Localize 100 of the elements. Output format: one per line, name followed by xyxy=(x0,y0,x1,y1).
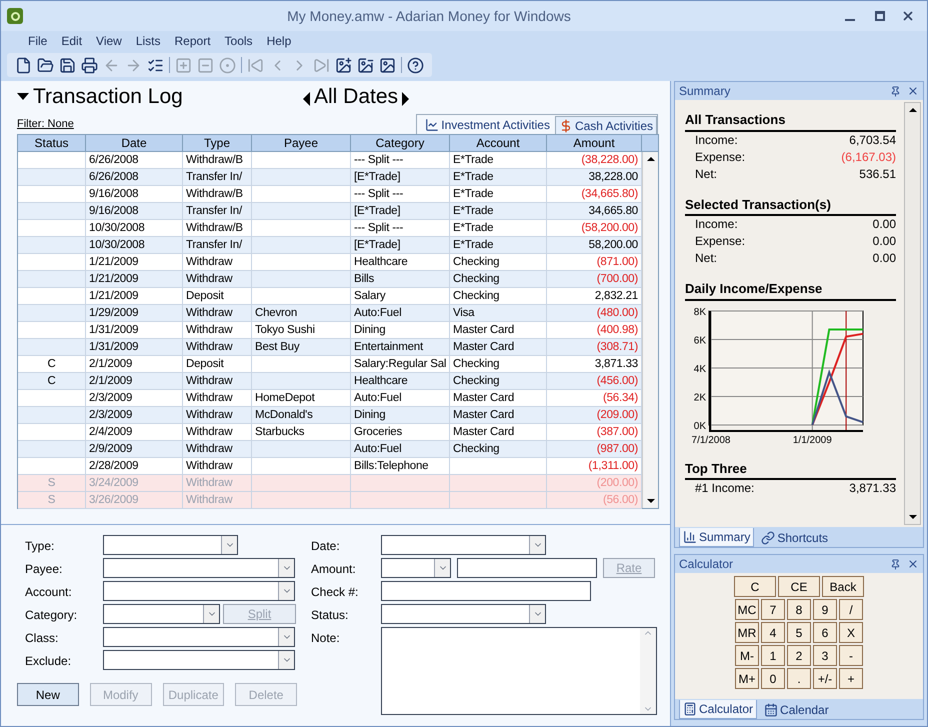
calculator-key[interactable]: C xyxy=(734,576,776,597)
dropdown-field[interactable] xyxy=(103,650,295,670)
menu-item[interactable]: View xyxy=(89,32,129,50)
open-folder-icon[interactable] xyxy=(37,56,54,74)
table-cell: E*Trade xyxy=(450,220,547,236)
collapse-triangle-icon[interactable] xyxy=(17,93,29,100)
table-cell: Dining xyxy=(351,407,450,423)
table-cell: E*Trade xyxy=(450,237,547,253)
calculator-key[interactable]: / xyxy=(839,599,863,620)
table-cell: Checking xyxy=(450,254,547,270)
calculator-key[interactable]: 4 xyxy=(761,622,785,643)
table-cell: McDonald's xyxy=(252,407,351,423)
calculator-key[interactable]: +/- xyxy=(813,668,837,689)
summary-value: 3,871.33 xyxy=(849,480,896,496)
column-header[interactable]: Account xyxy=(450,135,547,151)
app-logo-icon xyxy=(7,8,23,24)
menu-item[interactable]: Lists xyxy=(128,32,168,50)
dropdown-field[interactable] xyxy=(103,558,295,578)
scrollbar[interactable] xyxy=(642,152,658,508)
column-header[interactable]: Type xyxy=(183,135,252,151)
panel-title: Calculator xyxy=(679,556,734,573)
table-cell: Master Card xyxy=(450,322,547,338)
panel-tab[interactable]: Shortcuts xyxy=(758,528,832,547)
table-cell: 2/9/2009 xyxy=(86,441,183,457)
calculator-key[interactable]: + xyxy=(839,668,863,689)
text-field[interactable] xyxy=(381,581,591,601)
table-cell: Withdraw xyxy=(183,254,252,270)
panel-tab[interactable]: Summary xyxy=(679,528,754,547)
help-icon[interactable] xyxy=(407,56,424,74)
column-header[interactable]: Payee xyxy=(252,135,351,151)
calculator-key[interactable]: X xyxy=(839,622,863,643)
menu-item[interactable]: File xyxy=(21,32,54,50)
panel-tab[interactable]: Calendar xyxy=(761,700,832,719)
table-cell: 6/26/2008 xyxy=(86,169,183,185)
calculator-key[interactable]: 3 xyxy=(813,645,837,666)
window-title: My Money.amw - Adarian Money for Windows xyxy=(286,6,572,26)
table-cell: Deposit xyxy=(183,288,252,304)
summary-value: (6,167.03) xyxy=(841,148,896,166)
note-field[interactable] xyxy=(381,627,657,715)
close-icon[interactable] xyxy=(901,9,915,23)
menu-item[interactable]: Edit xyxy=(54,32,90,50)
calculator-key[interactable]: . xyxy=(787,668,811,689)
maximize-icon[interactable] xyxy=(875,11,885,21)
pin-icon[interactable] xyxy=(890,86,901,96)
currency-dropdown[interactable] xyxy=(381,558,451,578)
menu-item[interactable]: Tools xyxy=(218,32,260,50)
column-header[interactable]: Category xyxy=(351,135,450,151)
calculator-key[interactable]: Back xyxy=(822,576,864,597)
pin-icon[interactable] xyxy=(890,558,901,570)
calculator-key[interactable]: 5 xyxy=(787,622,811,643)
action-button[interactable]: New xyxy=(17,683,79,706)
dropdown-field[interactable] xyxy=(103,581,295,601)
calculator-key[interactable]: M+ xyxy=(735,668,759,689)
column-header[interactable]: Status xyxy=(18,135,86,151)
calculator-key[interactable]: 6 xyxy=(813,622,837,643)
table-cell: 2/3/2009 xyxy=(86,407,183,423)
calculator-key[interactable]: M- xyxy=(735,645,759,666)
table-cell: Checking xyxy=(450,288,547,304)
calculator-key[interactable]: MR xyxy=(735,622,759,643)
amount-field[interactable] xyxy=(457,558,597,578)
close-icon[interactable] xyxy=(907,85,919,97)
field-label: Status: xyxy=(311,607,350,624)
calculator-key[interactable]: CE xyxy=(778,576,820,597)
dropdown-field[interactable] xyxy=(381,604,546,624)
previous-range-icon[interactable] xyxy=(303,92,310,106)
next-range-icon[interactable] xyxy=(402,92,410,106)
remove-image-icon[interactable] xyxy=(357,56,374,74)
section-heading: Daily Income/Expense xyxy=(685,279,896,300)
type-dropdown[interactable] xyxy=(103,535,238,555)
calculator-key[interactable]: 7 xyxy=(761,599,785,620)
new-file-icon[interactable] xyxy=(15,56,32,74)
calculator-key[interactable]: 1 xyxy=(761,645,785,666)
calculator-icon xyxy=(683,702,697,716)
scrollbar[interactable] xyxy=(904,102,921,525)
table-cell: Dining xyxy=(351,322,450,338)
add-image-icon[interactable] xyxy=(335,56,352,74)
save-icon[interactable] xyxy=(59,56,76,74)
table-cell: Withdraw xyxy=(183,475,252,491)
bar-chart-icon xyxy=(683,530,697,544)
calculator-key[interactable]: 2 xyxy=(787,645,811,666)
panel-tab[interactable]: Calculator xyxy=(679,700,758,719)
calculator-key[interactable]: 0 xyxy=(761,668,785,689)
dropdown-field[interactable] xyxy=(103,604,220,624)
column-header[interactable]: Amount xyxy=(547,135,642,151)
print-icon[interactable] xyxy=(81,56,98,74)
table-cell: Checking xyxy=(450,373,547,389)
menu-item[interactable]: Report xyxy=(168,32,218,50)
calculator-key[interactable]: 8 xyxy=(787,599,811,620)
activity-tab[interactable]: Investment Activities xyxy=(422,116,553,134)
menu-item[interactable]: Help xyxy=(260,32,298,50)
activity-tab[interactable]: Cash Activities xyxy=(554,116,657,134)
dropdown-field[interactable] xyxy=(381,535,546,555)
calculator-key[interactable]: - xyxy=(839,645,863,666)
dropdown-field[interactable] xyxy=(103,627,295,647)
field-label: Check #: xyxy=(311,584,360,601)
close-icon[interactable] xyxy=(907,558,919,570)
calculator-key[interactable]: MC xyxy=(735,599,759,620)
filter-link[interactable]: Filter: None xyxy=(17,116,416,132)
column-header[interactable]: Date xyxy=(86,135,183,151)
calculator-key[interactable]: 9 xyxy=(813,599,837,620)
